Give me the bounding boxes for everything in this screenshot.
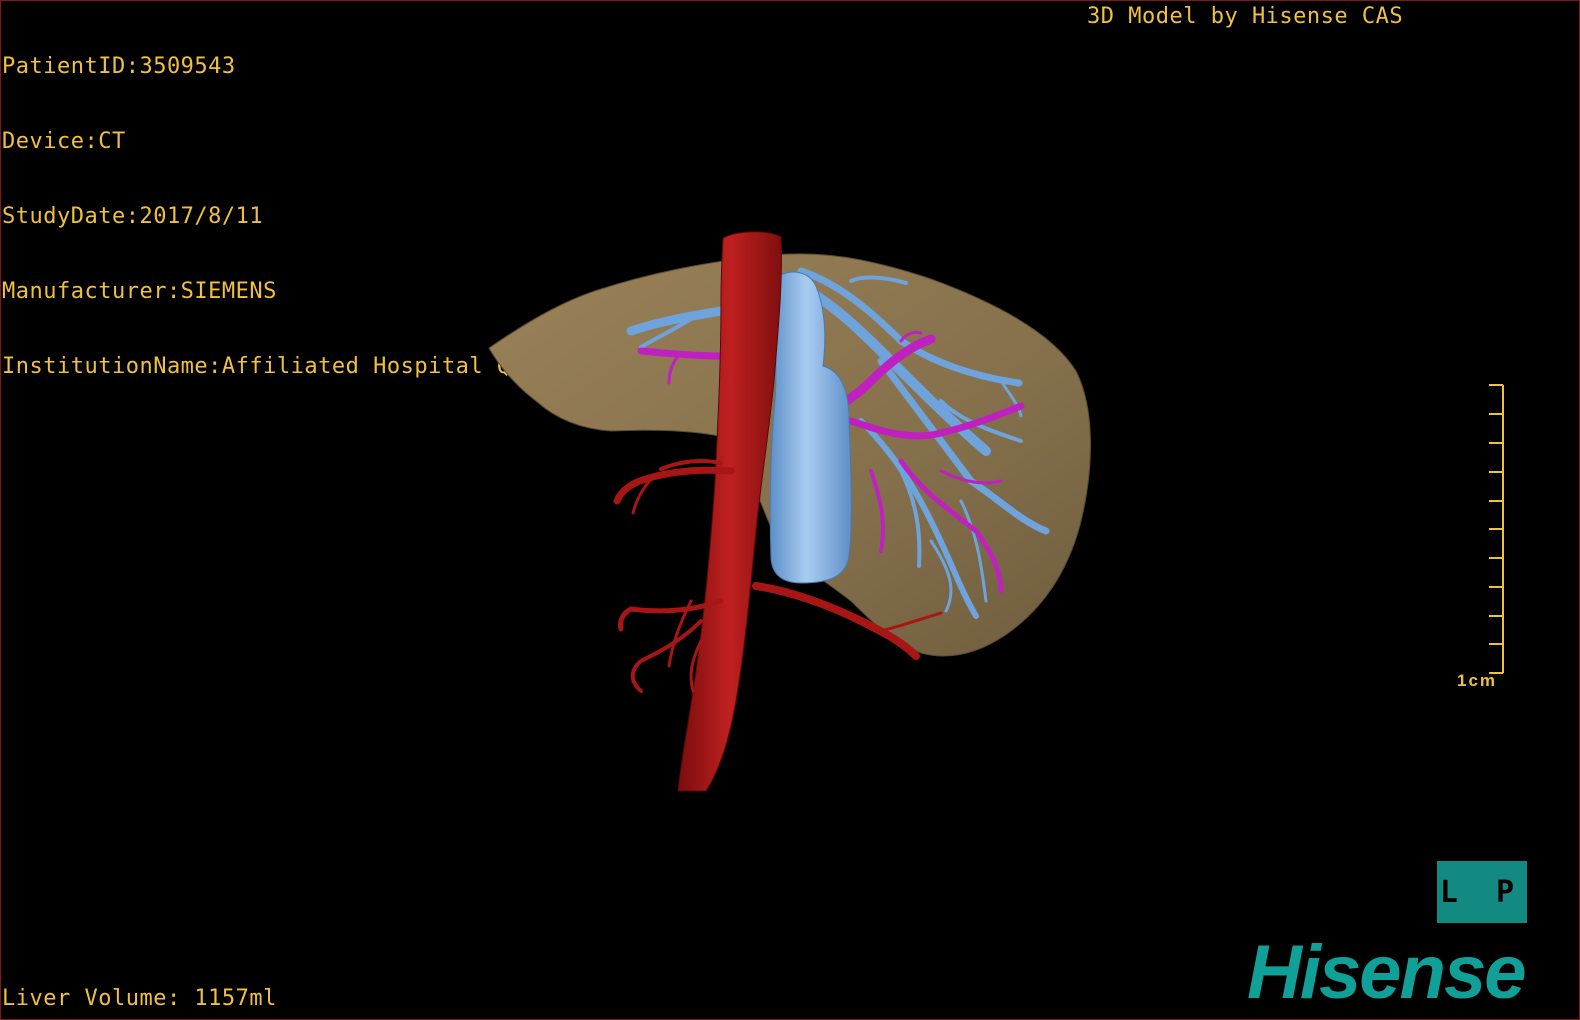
scale-bar-label: 1cm: [1457, 671, 1498, 690]
liver-volume: Liver Volume: 1157ml: [2, 986, 277, 1011]
liver-3d-model[interactable]: [1, 1, 1579, 1019]
brand-logo-icon: Hisense: [1247, 930, 1526, 1015]
brand-name: Hisense: [1247, 930, 1526, 1015]
orientation-label: L P: [1439, 874, 1525, 910]
orientation-cube-icon[interactable]: L P: [1437, 861, 1527, 923]
scale-bar: [1489, 384, 1504, 674]
3d-viewport[interactable]: PatientID:3509543 Device:CT StudyDate:20…: [0, 0, 1580, 1020]
